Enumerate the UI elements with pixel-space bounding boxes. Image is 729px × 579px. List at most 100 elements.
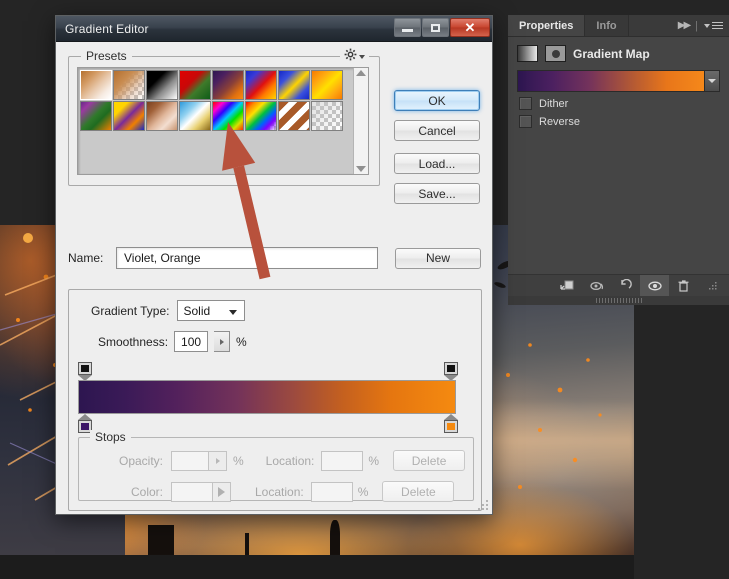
cancel-button[interactable]: Cancel	[394, 120, 480, 141]
opacity-stop-right[interactable]	[444, 362, 458, 381]
delete-color-stop-button[interactable]: Delete	[382, 481, 455, 502]
preset-swatch-black-white[interactable]	[146, 70, 178, 100]
preset-swatch-blue-red-yellow[interactable]	[245, 70, 277, 100]
close-button[interactable]: ✕	[450, 18, 490, 37]
artwork-cross-silhouette	[245, 533, 249, 555]
adjustment-header: Gradient Map	[508, 37, 729, 68]
panel-menu-icon[interactable]	[704, 20, 723, 31]
gradient-preset-dropdown[interactable]	[705, 70, 720, 92]
minimize-button[interactable]	[394, 18, 421, 37]
color-stop-right[interactable]	[444, 414, 458, 433]
presets-grid[interactable]	[78, 68, 353, 174]
panel-tab-bar-controls: ▶▶ |	[678, 15, 729, 36]
reset-adjustment-icon[interactable]	[611, 275, 640, 297]
smoothness-stepper[interactable]	[214, 331, 231, 352]
dialog-title: Gradient Editor	[65, 21, 149, 36]
stops-color-row: Color: Location: % Delete	[79, 481, 475, 502]
gear-icon[interactable]	[340, 48, 369, 61]
smoothness-input[interactable]: 100	[174, 331, 209, 352]
double-chevron-right-icon[interactable]: ▶▶	[678, 20, 691, 31]
color-location-label: Location:	[255, 484, 304, 499]
color-dropdown-arrow[interactable]	[213, 481, 231, 502]
tab-properties-label: Properties	[519, 19, 574, 32]
close-icon: ✕	[464, 20, 476, 35]
gradient-settings-group: Gradient Type: Solid Smoothness: 100 % S…	[68, 289, 482, 511]
preset-gradient-fill	[246, 102, 276, 130]
opacity-label: Opacity:	[118, 453, 163, 468]
preset-swatch-transparent-stripes[interactable]	[311, 101, 343, 131]
panel-tab-bar: Properties Info ▶▶ |	[508, 15, 729, 37]
preset-gradient-fill	[246, 71, 276, 99]
color-label: Color:	[130, 484, 163, 499]
artwork-tower-silhouette	[148, 525, 174, 555]
smoothness-label: Smoothness:	[98, 334, 169, 349]
preset-gradient-fill	[279, 71, 309, 99]
gradient-map-icon	[517, 45, 538, 62]
adjustment-preset-icon[interactable]	[545, 45, 566, 62]
delete-adjustment-icon[interactable]	[669, 275, 698, 297]
gradient-type-select[interactable]: Solid	[176, 300, 245, 321]
preset-gradient-fill	[180, 102, 210, 130]
opacity-input[interactable]	[171, 450, 209, 471]
color-swatch-input[interactable]	[171, 481, 213, 502]
preset-swatch-chrome[interactable]	[179, 101, 211, 131]
presets-well[interactable]	[77, 67, 369, 175]
dither-label: Dither	[539, 97, 569, 110]
gradient-type-row: Gradient Type: Solid	[91, 300, 245, 321]
load-button[interactable]: Load...	[394, 153, 480, 174]
scroll-down-arrow[interactable]	[356, 166, 366, 172]
preset-swatch-violet-green-orange[interactable]	[80, 101, 112, 131]
preset-swatch-red-green[interactable]	[179, 70, 211, 100]
preset-swatch-foreground-to-background[interactable]	[80, 70, 112, 100]
dialog-title-bar[interactable]: Gradient Editor ✕	[56, 16, 492, 42]
ok-button[interactable]: OK	[394, 90, 480, 111]
name-input[interactable]: Violet, Orange	[116, 247, 378, 269]
presets-scrollbar[interactable]	[353, 68, 368, 174]
preset-gradient-fill	[312, 102, 342, 130]
panel-drag-grip[interactable]	[508, 296, 729, 305]
preset-swatch-transparent-rainbow[interactable]	[245, 101, 277, 131]
opacity-location-input[interactable]	[321, 450, 364, 471]
opacity-percent: %	[233, 453, 244, 468]
new-button[interactable]: New	[395, 247, 481, 269]
gradient-bar[interactable]	[78, 380, 456, 414]
preset-gradient-fill	[147, 71, 177, 99]
gradient-preview-swatch[interactable]	[517, 70, 705, 92]
clip-to-layer-icon[interactable]	[553, 275, 582, 297]
save-button[interactable]: Save...	[394, 183, 480, 204]
dither-checkbox[interactable]	[519, 97, 532, 110]
preset-swatch-spectrum[interactable]	[212, 101, 244, 131]
panel-bottom-toolbar	[508, 274, 729, 297]
preset-swatch-copper[interactable]	[146, 101, 178, 131]
tab-properties[interactable]: Properties	[508, 15, 586, 36]
preset-gradient-fill	[180, 71, 210, 99]
preset-swatch-yellow-violet-orange-blue[interactable]	[113, 101, 145, 131]
preset-swatch-copper-stripes[interactable]	[278, 101, 310, 131]
preset-swatch-orange-yellow-orange[interactable]	[311, 70, 343, 100]
preset-swatch-violet-orange[interactable]	[212, 70, 244, 100]
dialog-resize-grip[interactable]	[476, 498, 488, 510]
maximize-button[interactable]	[422, 18, 449, 37]
opacity-stepper[interactable]	[209, 450, 227, 471]
preset-gradient-fill	[312, 71, 342, 99]
panel-resize-grip[interactable]	[698, 275, 727, 297]
opacity-stop-left[interactable]	[78, 362, 92, 381]
name-row: Name: Violet, Orange New	[68, 247, 482, 269]
reverse-checkbox[interactable]	[519, 115, 532, 128]
preset-gradient-fill	[81, 102, 111, 130]
tab-info[interactable]: Info	[585, 15, 629, 36]
toggle-mask-view-icon[interactable]	[582, 275, 611, 297]
toggle-visibility-icon[interactable]	[640, 274, 669, 297]
preset-swatch-foreground-to-transparent[interactable]	[113, 70, 145, 100]
properties-panel: Properties Info ▶▶ | Gradient Map Dither…	[508, 15, 729, 305]
preset-gradient-fill	[147, 102, 177, 130]
adjustment-title: Gradient Map	[573, 46, 650, 61]
color-location-input[interactable]	[310, 481, 353, 502]
preset-gradient-fill	[279, 102, 309, 130]
delete-opacity-stop-button[interactable]: Delete	[393, 450, 466, 471]
preset-swatch-blue-yellow-blue[interactable]	[278, 70, 310, 100]
ok-button-label: OK	[428, 93, 446, 108]
scroll-up-arrow[interactable]	[356, 70, 366, 76]
preset-gradient-fill	[213, 71, 243, 99]
preset-gradient-fill	[81, 71, 111, 99]
